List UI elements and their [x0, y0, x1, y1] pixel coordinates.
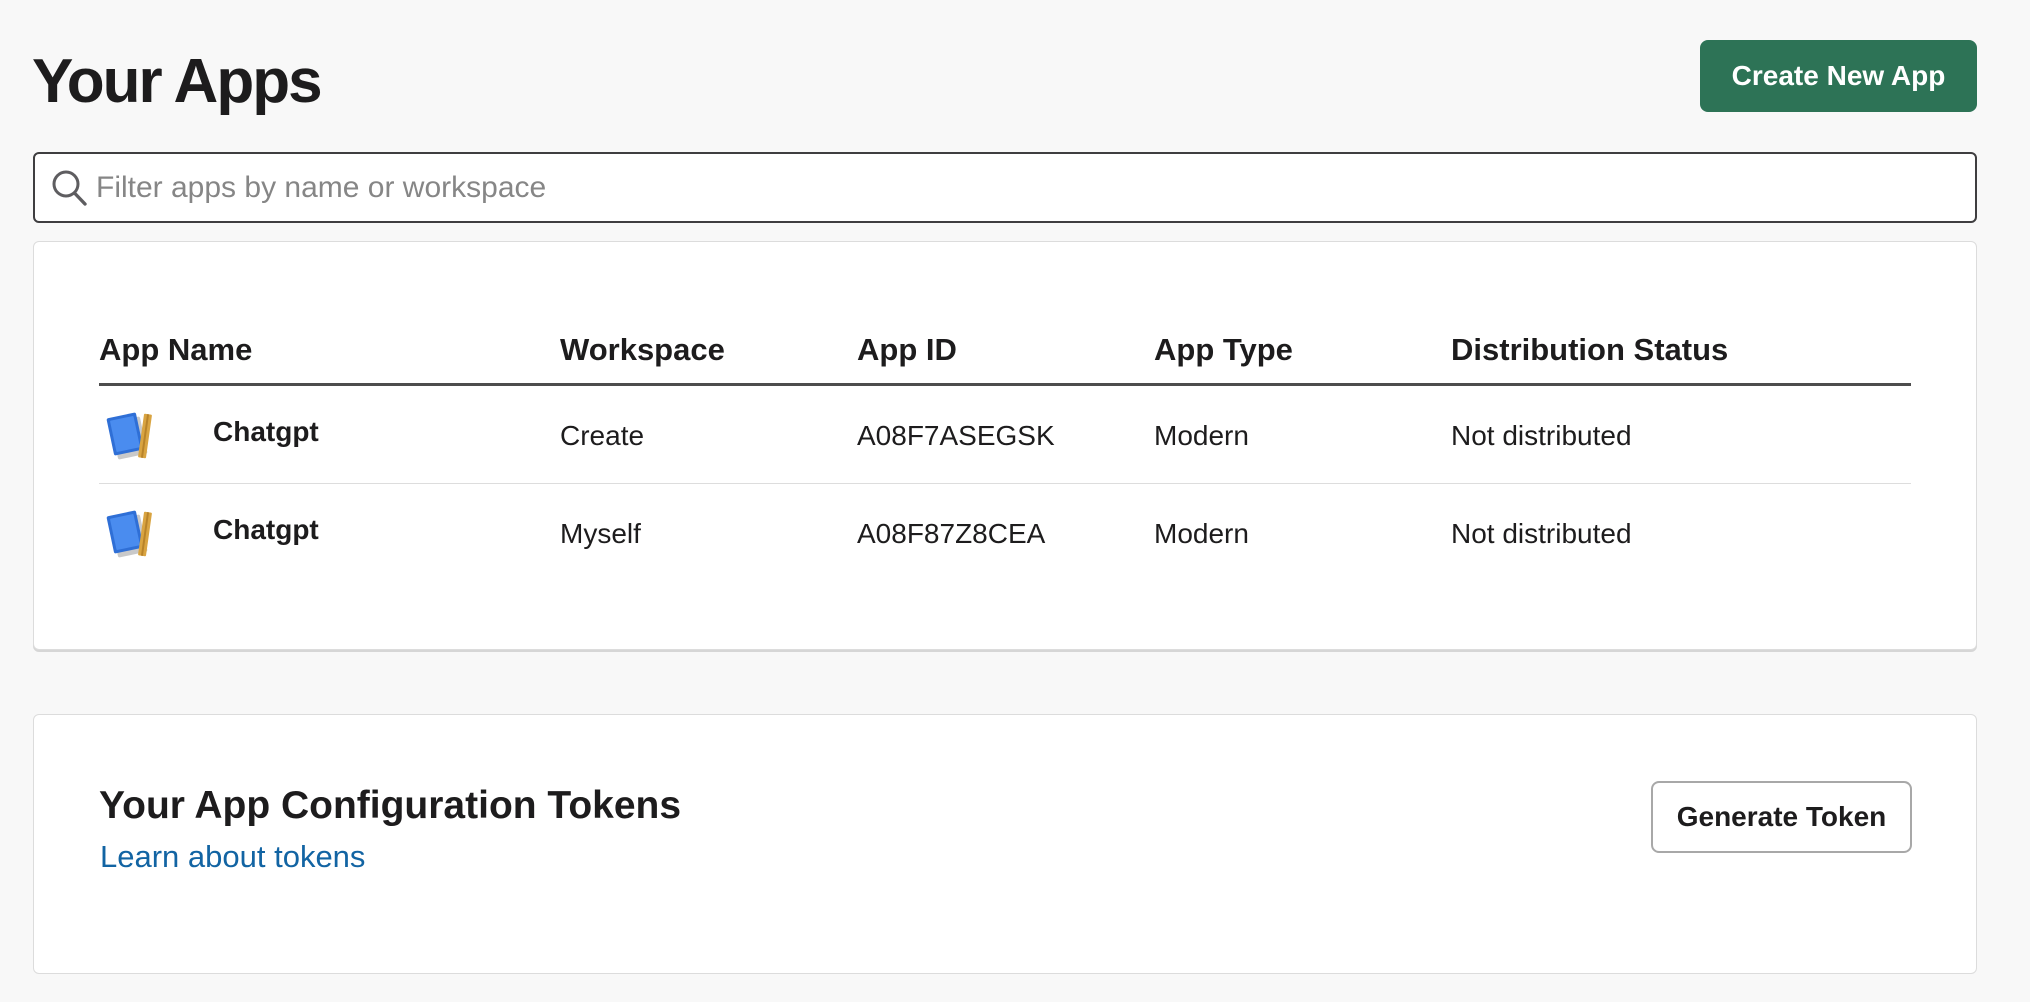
apps-table: App Name Workspace App ID App Type Distr…: [99, 312, 1911, 582]
column-header-distribution-status: Distribution Status: [1451, 332, 1729, 367]
notebook-pencil-icon: [103, 408, 159, 464]
apps-table-card: App Name Workspace App ID App Type Distr…: [33, 241, 1977, 650]
search-input[interactable]: [94, 156, 1975, 219]
tokens-card: Your App Configuration Tokens Learn abou…: [33, 714, 1977, 974]
notebook-pencil-icon: [103, 506, 159, 562]
page-title: Your Apps: [32, 47, 323, 116]
column-header-app-name: App Name: [99, 332, 253, 367]
column-header-workspace: Workspace: [560, 332, 725, 367]
distribution-status-cell: Not distributed: [1451, 518, 1632, 549]
workspace-cell: Myself: [560, 518, 641, 549]
distribution-status-cell: Not distributed: [1451, 420, 1632, 451]
search-box[interactable]: [33, 152, 1977, 223]
app-id-cell: A08F7ASEGSK: [857, 420, 1055, 451]
create-new-app-button[interactable]: Create New App: [1700, 40, 1977, 112]
app-name-link[interactable]: Chatgpt: [213, 416, 319, 448]
column-header-app-id: App ID: [857, 332, 957, 367]
app-type-cell: Modern: [1154, 518, 1249, 549]
workspace-cell: Create: [560, 420, 645, 451]
page: Your Apps Create New App App Name Worksp…: [0, 0, 2030, 1002]
search-icon: [50, 166, 90, 210]
learn-about-tokens-link[interactable]: Learn about tokens: [100, 839, 365, 875]
tokens-title: Your App Configuration Tokens: [99, 784, 682, 827]
table-header-row: App Name Workspace App ID App Type Distr…: [99, 312, 1911, 386]
app-id-cell: A08F87Z8CEA: [857, 518, 1046, 549]
table-row[interactable]: Chatgpt Create A08F7ASEGSK Modern Not di…: [99, 386, 1911, 484]
generate-token-button[interactable]: Generate Token: [1651, 781, 1912, 853]
column-header-app-type: App Type: [1154, 332, 1293, 367]
table-row[interactable]: Chatgpt Myself A08F87Z8CEA Modern Not di…: [99, 484, 1911, 582]
app-type-cell: Modern: [1154, 420, 1249, 451]
app-name-link[interactable]: Chatgpt: [213, 514, 319, 546]
